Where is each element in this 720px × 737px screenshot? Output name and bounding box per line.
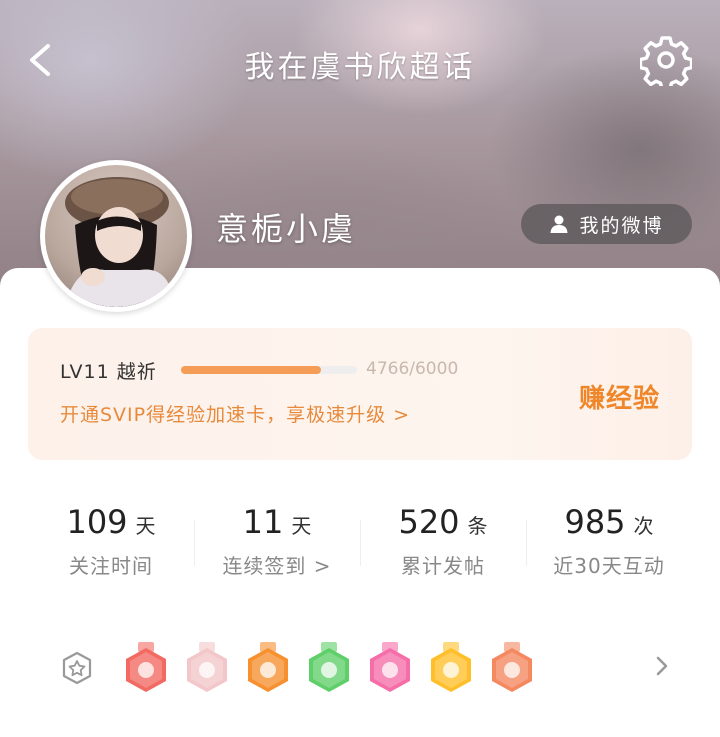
stat-value: 985 (564, 503, 626, 541)
avatar-image (45, 165, 187, 307)
earn-exp-button[interactable]: 赚经验 (579, 378, 660, 415)
level-progress-fill (181, 366, 321, 374)
stat-total-posts: 520 条 累计发帖 (360, 500, 526, 590)
stat-follow-time: 109 天 关注时间 (28, 500, 194, 590)
my-weibo-label: 我的微博 (579, 214, 664, 237)
orange-hexagon-badge-icon (244, 642, 292, 694)
svip-promo-link[interactable]: 开通SVIP得经验加速卡，享极速升级 > (60, 400, 410, 427)
avatar[interactable] (40, 160, 192, 312)
stat-unit: 次 (633, 514, 654, 538)
gear-icon (638, 36, 694, 91)
stat-unit: 天 (135, 514, 156, 538)
avatar-sticker-badge-icon (183, 642, 231, 694)
stat-value: 109 (66, 503, 128, 541)
level-name: LV11 越祈 (60, 361, 157, 383)
profile-card: LV11 越祈 4766/6000 开通SVIP得经验加速卡，享极速升级 > 赚… (0, 268, 720, 737)
stat-label: 连续签到 > (222, 554, 332, 578)
username: 意栀小虞 (216, 210, 357, 248)
graduation-cap-badge-icon (366, 642, 414, 694)
stats-row: 109 天 关注时间 11 天 连续签到 > 520 条 累计发帖 985 次 近30天… (28, 500, 692, 590)
my-weibo-button[interactable]: 我的微博 (521, 204, 692, 244)
stat-label: 近30天互动 (553, 554, 665, 578)
badge-shield-icon (62, 651, 92, 685)
stat-unit: 天 (291, 514, 312, 538)
hand-badge-icon (305, 642, 353, 694)
stat-label: 累计发帖 (401, 554, 485, 578)
level-progress-bar (181, 366, 357, 374)
stat-value: 520 (398, 503, 460, 541)
smiley-badge-icon (427, 642, 475, 694)
badge-row[interactable] (28, 630, 692, 706)
stat-value: 11 (242, 503, 284, 541)
trophy-badge-icon (122, 642, 170, 694)
level-progress-text: 4766/6000 (366, 359, 459, 379)
stat-label: 关注时间 (69, 554, 153, 578)
person-icon (550, 215, 568, 233)
chevron-right-icon[interactable] (654, 654, 670, 678)
stat-interactions-30d: 985 次 近30天互动 (526, 500, 692, 590)
stat-unit: 条 (467, 514, 488, 538)
page-title: 我在虞书欣超话 (244, 50, 476, 85)
stat-checkin-streak[interactable]: 11 天 连续签到 > (194, 500, 360, 590)
top-bar: 我在虞书欣超话 (0, 28, 720, 92)
heart-hand-badge-icon (488, 642, 536, 694)
settings-button[interactable] (638, 34, 694, 91)
level-panel: LV11 越祈 4766/6000 开通SVIP得经验加速卡，享极速升级 > 赚… (28, 328, 692, 460)
